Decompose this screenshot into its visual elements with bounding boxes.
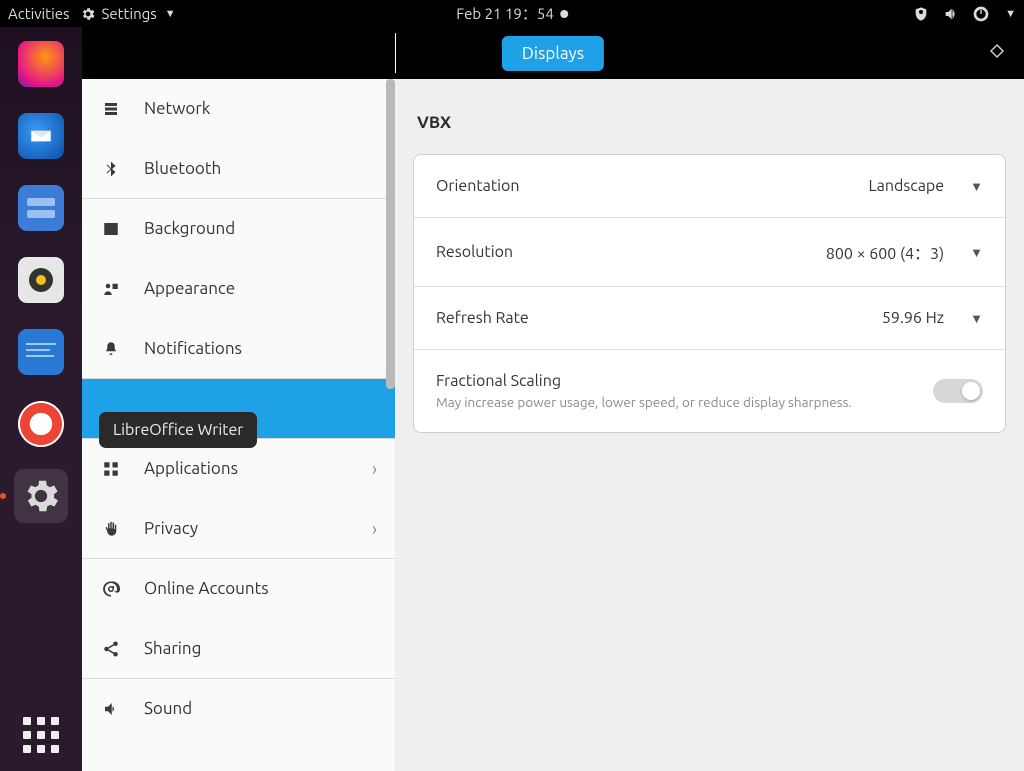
sidebar-item-label: Sound — [144, 699, 192, 718]
sidebar-item-network[interactable]: Network — [82, 79, 395, 139]
titlebar-title-pill[interactable]: Displays — [502, 36, 604, 71]
sidebar-item-label: Appearance — [144, 279, 235, 298]
caret-down-icon: ▼ — [165, 8, 176, 20]
row-label: Resolution — [436, 243, 810, 261]
activities-button[interactable]: Activities — [8, 5, 70, 22]
sidebar-item-label: Notifications — [144, 339, 242, 358]
row-label: Orientation — [436, 177, 852, 195]
sidebar-item-sharing[interactable]: Sharing — [82, 619, 395, 679]
monitor-name: VBX — [417, 113, 1006, 132]
gear-icon — [80, 6, 96, 22]
row-value: 800 × 600 (4：3) — [826, 240, 944, 264]
dock-item-rhythmbox[interactable] — [14, 253, 68, 307]
dock-item-settings[interactable] — [14, 469, 68, 523]
chevron-right-icon: › — [372, 519, 377, 539]
thunderbird-icon — [18, 113, 64, 159]
hand-icon — [100, 520, 122, 538]
titlebar-menu-button[interactable] — [988, 42, 1006, 64]
sidebar-item-label: Background — [144, 219, 235, 238]
power-icon[interactable] — [973, 6, 989, 22]
sidebar-item-sound[interactable]: Sound — [82, 679, 395, 739]
shield-icon[interactable] — [913, 6, 929, 22]
appearance-icon — [100, 280, 122, 298]
row-label: Refresh Rate — [436, 309, 866, 327]
sidebar-item-label: Online Accounts — [144, 579, 269, 598]
bluetooth-icon — [100, 160, 122, 178]
row-label: Fractional Scaling — [436, 372, 917, 390]
speaker-icon — [18, 257, 64, 303]
bell-icon — [100, 340, 122, 358]
titlebar-title: Displays — [502, 36, 604, 71]
sidebar-item-label: Privacy — [144, 519, 198, 538]
row-fractional-scaling: Fractional Scaling May increase power us… — [414, 350, 1005, 432]
row-refresh-rate[interactable]: Refresh Rate 59.96 Hz ▼ — [414, 287, 1005, 350]
row-subtitle: May increase power usage, lower speed, o… — [436, 394, 917, 410]
sidebar-item-label: Network — [144, 99, 210, 118]
sidebar-item-bluetooth[interactable]: Bluetooth — [82, 139, 395, 199]
caret-down-icon: ▼ — [970, 311, 983, 326]
clock-label: Feb 21 19：54 — [456, 3, 554, 24]
clock[interactable]: Feb 21 19：54 — [456, 3, 568, 24]
show-applications-button[interactable] — [23, 717, 59, 753]
display-settings-panel: Orientation Landscape ▼ Resolution 800 ×… — [413, 154, 1006, 433]
row-orientation[interactable]: Orientation Landscape ▼ — [414, 155, 1005, 218]
top-bar: Activities Settings ▼ Feb 21 19：54 ▼ — [0, 0, 1024, 27]
volume-icon[interactable] — [943, 6, 959, 22]
sidebar-item-label: Applications — [144, 459, 238, 478]
row-value: Landscape — [868, 177, 944, 195]
dock-item-firefox[interactable] — [14, 37, 68, 91]
share-icon — [100, 640, 122, 658]
dock — [0, 27, 82, 771]
sidebar-item-privacy[interactable]: Privacy › — [82, 499, 395, 559]
caret-down-icon: ▼ — [970, 179, 983, 194]
caret-down-icon: ▼ — [970, 245, 983, 260]
sidebar-item-appearance[interactable]: Appearance — [82, 259, 395, 319]
dock-item-writer[interactable] — [14, 325, 68, 379]
row-resolution[interactable]: Resolution 800 × 600 (4：3) ▼ — [414, 218, 1005, 287]
window-titlebar: Displays — [82, 27, 1024, 79]
system-menu-caret-icon[interactable]: ▼ — [1005, 8, 1016, 20]
document-icon — [18, 329, 64, 375]
sound-icon — [100, 700, 122, 718]
files-icon — [18, 185, 64, 231]
app-menu[interactable]: Settings ▼ — [80, 5, 176, 22]
gear-icon — [20, 475, 62, 517]
at-icon — [100, 580, 122, 598]
settings-window: Displays Network Bluetooth Background — [82, 27, 1024, 771]
image-icon — [100, 220, 122, 238]
settings-sidebar: Network Bluetooth Background Appearance … — [82, 79, 395, 771]
firefox-icon — [18, 41, 64, 87]
app-menu-label: Settings — [102, 5, 157, 22]
displays-panel: VBX Orientation Landscape ▼ Resolution 8… — [395, 79, 1024, 771]
dock-item-files[interactable] — [14, 181, 68, 235]
sidebar-item-label: Sharing — [144, 639, 201, 658]
sidebar-item-notifications[interactable]: Notifications — [82, 319, 395, 379]
notification-dot-icon — [560, 10, 568, 18]
fractional-scaling-switch[interactable] — [933, 379, 983, 403]
row-value: 59.96 Hz — [882, 309, 944, 327]
sidebar-item-label: Bluetooth — [144, 159, 221, 178]
apps-icon — [100, 460, 122, 478]
dock-item-help[interactable] — [14, 397, 68, 451]
sidebar-item-displays[interactable] — [82, 379, 395, 439]
sidebar-scrollbar[interactable] — [386, 79, 395, 389]
chevron-right-icon: › — [372, 459, 377, 479]
sidebar-item-applications[interactable]: Applications › — [82, 439, 395, 499]
lifebuoy-icon — [18, 401, 64, 447]
network-icon — [100, 100, 122, 118]
diamond-icon — [988, 42, 1006, 60]
sidebar-item-online-accounts[interactable]: Online Accounts — [82, 559, 395, 619]
sidebar-item-background[interactable]: Background — [82, 199, 395, 259]
dock-item-thunderbird[interactable] — [14, 109, 68, 163]
